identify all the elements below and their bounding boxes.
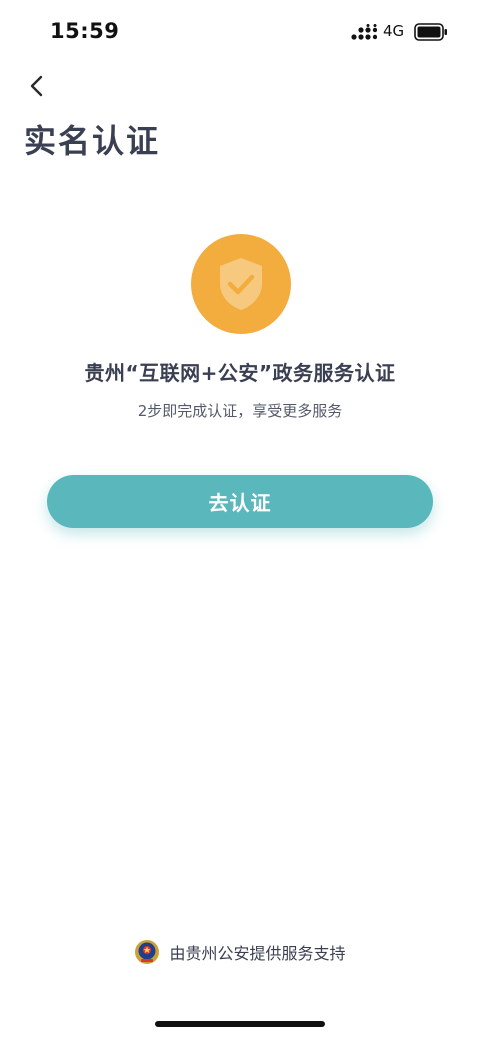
chevron-left-icon — [30, 75, 43, 97]
footer-text: 由贵州公安提供服务支持 — [169, 944, 346, 963]
service-heading: 贵州“互联网+公安”政务服务认证 — [84, 361, 396, 385]
status-time: 15:59 — [50, 19, 120, 43]
police-emblem-icon — [135, 940, 160, 964]
back-button[interactable] — [18, 68, 54, 104]
page-title: 实名认证 — [24, 122, 161, 160]
battery-icon — [414, 23, 447, 41]
verify-button[interactable]: 去认证 — [47, 475, 433, 528]
signal-icon — [351, 24, 377, 40]
verification-page: 15:59 4G 实名认证 贵州“互联网+公安”政务服务认证 2步即完成认证，享… — [0, 0, 480, 1038]
footer-support: 由贵州公安提供服务支持 — [0, 936, 480, 968]
shield-badge — [191, 234, 291, 334]
home-indicator[interactable] — [155, 1021, 325, 1027]
shield-check-icon — [220, 258, 262, 310]
network-type: 4G — [383, 22, 405, 40]
service-subtext: 2步即完成认证，享受更多服务 — [137, 402, 343, 420]
status-bar: 15:59 4G — [0, 0, 480, 64]
